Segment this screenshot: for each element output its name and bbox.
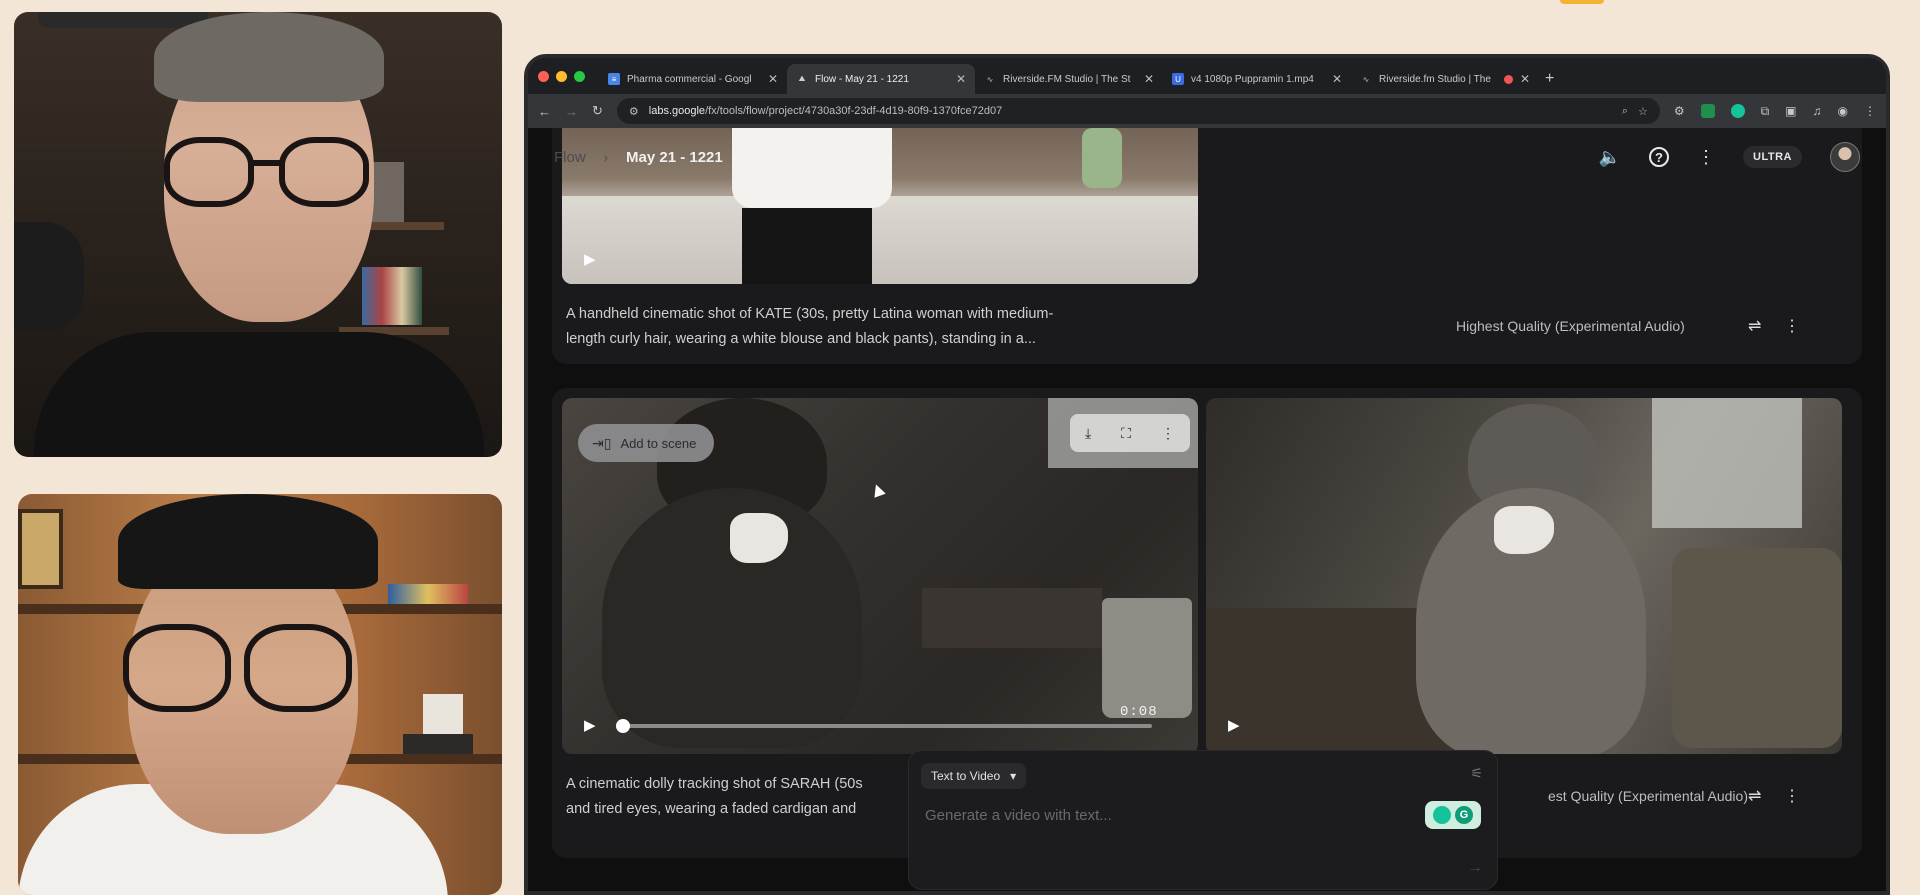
play-icon[interactable]: ▶ <box>584 250 596 268</box>
participant-video-2 <box>18 494 502 895</box>
clip-prompt: A handheld cinematic shot of KATE (30s, … <box>566 306 1054 347</box>
address-bar[interactable]: ⚙ labs.google/fx/tools/flow/project/4730… <box>616 98 1660 124</box>
video-more-icon[interactable]: ⋮ <box>1161 425 1175 442</box>
more-options-icon[interactable]: ⋮ <box>1697 147 1715 168</box>
black-pants <box>742 208 872 284</box>
volume-icon[interactable]: 🔈 <box>1599 147 1621 168</box>
browser-tab[interactable]: ≡ Pharma commercial - Googl ✕ <box>599 64 787 94</box>
window <box>1652 398 1802 528</box>
play-icon[interactable]: ▶ <box>1228 716 1240 734</box>
laptop-screen: ≡ Pharma commercial - Googl ✕ ⛰ Flow - M… <box>524 54 1890 895</box>
grammarly-widget[interactable]: G <box>1425 801 1481 829</box>
video-progress-bar[interactable] <box>616 719 1152 733</box>
reuse-prompt-icon[interactable]: ⇌ <box>1748 316 1761 336</box>
close-tab-icon[interactable]: ✕ <box>956 72 966 86</box>
clip-more-icon[interactable]: ⋮ <box>1784 316 1800 336</box>
browser-tab[interactable]: U v4 1080p Puppramin 1.mp4 ✕ <box>1163 64 1351 94</box>
video-variant[interactable]: ▶ <box>1206 398 1842 754</box>
video-duration: 0:08 <box>1120 704 1158 720</box>
sheets-extension-icon[interactable] <box>1700 104 1715 118</box>
plan-badge[interactable]: ULTRA <box>1743 146 1802 168</box>
help-icon[interactable]: ? <box>1649 147 1670 167</box>
send-arrow-icon[interactable]: → <box>1467 859 1483 877</box>
settings-sliders-icon[interactable]: ⚟ <box>1470 765 1483 782</box>
participant-video-1 <box>14 12 502 457</box>
prompt-composer: Text to Video ▾ ⚟ G → <box>908 750 1498 890</box>
quality-label: est Quality (Experimental Audio) <box>1548 788 1748 804</box>
grammarly-extension-icon[interactable] <box>1730 104 1745 118</box>
flow-icon: ⛰ <box>798 74 806 83</box>
breadcrumb-flow[interactable]: Flow <box>554 149 586 166</box>
browser-menu-icon[interactable]: ⋮ <box>1864 104 1876 118</box>
extensions-puzzle-icon[interactable]: ⧉ <box>1761 104 1770 119</box>
docs-icon: ≡ <box>608 73 620 85</box>
riverside-icon: ∿ <box>986 74 994 84</box>
forward-icon[interactable]: → <box>565 104 578 119</box>
grammarly-icon: G <box>1455 806 1473 824</box>
mouse-cursor <box>870 482 886 498</box>
tissue <box>1494 506 1554 554</box>
sofa <box>1672 548 1842 748</box>
breadcrumb-separator-icon: › <box>603 149 609 165</box>
extension-toolbar: ⚙ ⧉ ▣ ♫ ◉ ⋮ <box>1674 104 1876 119</box>
extension-settings-icon[interactable]: ⚙ <box>1674 104 1685 118</box>
browser-tab-strip: ≡ Pharma commercial - Googl ✕ ⛰ Flow - M… <box>528 58 1886 94</box>
app-header: Flow › May 21 - 1221 🔈 ? ⋮ ULTRA <box>528 128 1886 186</box>
add-to-scene-button[interactable]: ⇥▯ Add to scene <box>578 424 715 462</box>
tissue <box>730 513 788 563</box>
close-tab-icon[interactable]: ✕ <box>768 72 778 86</box>
riverside-icon: ∿ <box>1362 74 1370 84</box>
glasses <box>164 137 254 207</box>
clip-more-icon[interactable]: ⋮ <box>1784 786 1800 806</box>
video-player[interactable]: ⇥▯ Add to scene ⤓ ⛶ ⋮ ▶ 0:08 <box>562 398 1198 754</box>
browser-tab[interactable]: ∿ Riverside.FM Studio | The St ✕ <box>975 64 1163 94</box>
close-tab-icon[interactable]: ✕ <box>1144 72 1154 86</box>
grammarly-pin-icon <box>1433 806 1451 824</box>
quality-label: Highest Quality (Experimental Audio) <box>1456 318 1685 334</box>
minimize-window-button[interactable] <box>556 70 567 82</box>
browser-toolbar: ← → ↻ ⚙ labs.google/fx/tools/flow/projec… <box>528 94 1886 128</box>
participant-label-bar <box>38 12 208 28</box>
video-tools: ⤓ ⛶ ⋮ <box>1070 414 1190 452</box>
clip-prompt: A cinematic dolly tracking shot of SARAH… <box>566 776 863 817</box>
media-controls-icon[interactable]: ♫ <box>1813 104 1822 118</box>
maximize-window-button[interactable] <box>574 70 585 82</box>
fullscreen-icon[interactable]: ⛶ <box>1121 425 1131 442</box>
download-icon[interactable]: ⤓ <box>1085 425 1091 442</box>
close-tab-icon[interactable]: ✕ <box>1332 72 1342 86</box>
kitchen-counter <box>562 196 1198 284</box>
zoom-icon[interactable]: ⌕ <box>1622 105 1628 118</box>
progress-knob[interactable] <box>616 719 630 733</box>
recording-indicator-icon <box>1503 74 1513 84</box>
top-accent <box>1560 0 1604 4</box>
window-controls <box>538 58 585 94</box>
add-scene-icon: ⇥▯ <box>592 434 612 451</box>
mode-selector[interactable]: Text to Video ▾ <box>921 763 1027 789</box>
video-icon: U <box>1172 73 1184 85</box>
back-icon[interactable]: ← <box>538 104 551 119</box>
mug <box>1102 598 1192 718</box>
sidepanel-icon[interactable]: ▣ <box>1785 104 1796 118</box>
reuse-prompt-icon[interactable]: ⇌ <box>1748 786 1761 806</box>
profile-icon[interactable]: ◉ <box>1838 104 1848 118</box>
flow-app-page: Flow › May 21 - 1221 🔈 ? ⋮ ULTRA ▶ A han… <box>528 128 1886 891</box>
site-settings-icon[interactable]: ⚙ <box>629 105 639 118</box>
user-avatar[interactable] <box>1830 142 1860 172</box>
new-tab-button[interactable]: + <box>1545 64 1554 94</box>
play-icon[interactable]: ▶ <box>584 716 596 734</box>
close-tab-icon[interactable]: ✕ <box>1520 72 1530 86</box>
project-title[interactable]: May 21 - 1221 <box>626 149 723 166</box>
prompt-input[interactable] <box>925 803 1395 827</box>
chevron-down-icon: ▾ <box>1010 769 1017 783</box>
browser-tab[interactable]: ∿ Riverside.fm Studio | The ✕ <box>1351 64 1539 94</box>
close-window-button[interactable] <box>538 70 549 82</box>
browser-tab-active[interactable]: ⛰ Flow - May 21 - 1221 ✕ <box>787 64 975 94</box>
bookmark-star-icon[interactable]: ☆ <box>1638 105 1648 118</box>
microphone <box>14 222 84 332</box>
reload-icon[interactable]: ↻ <box>592 103 603 119</box>
